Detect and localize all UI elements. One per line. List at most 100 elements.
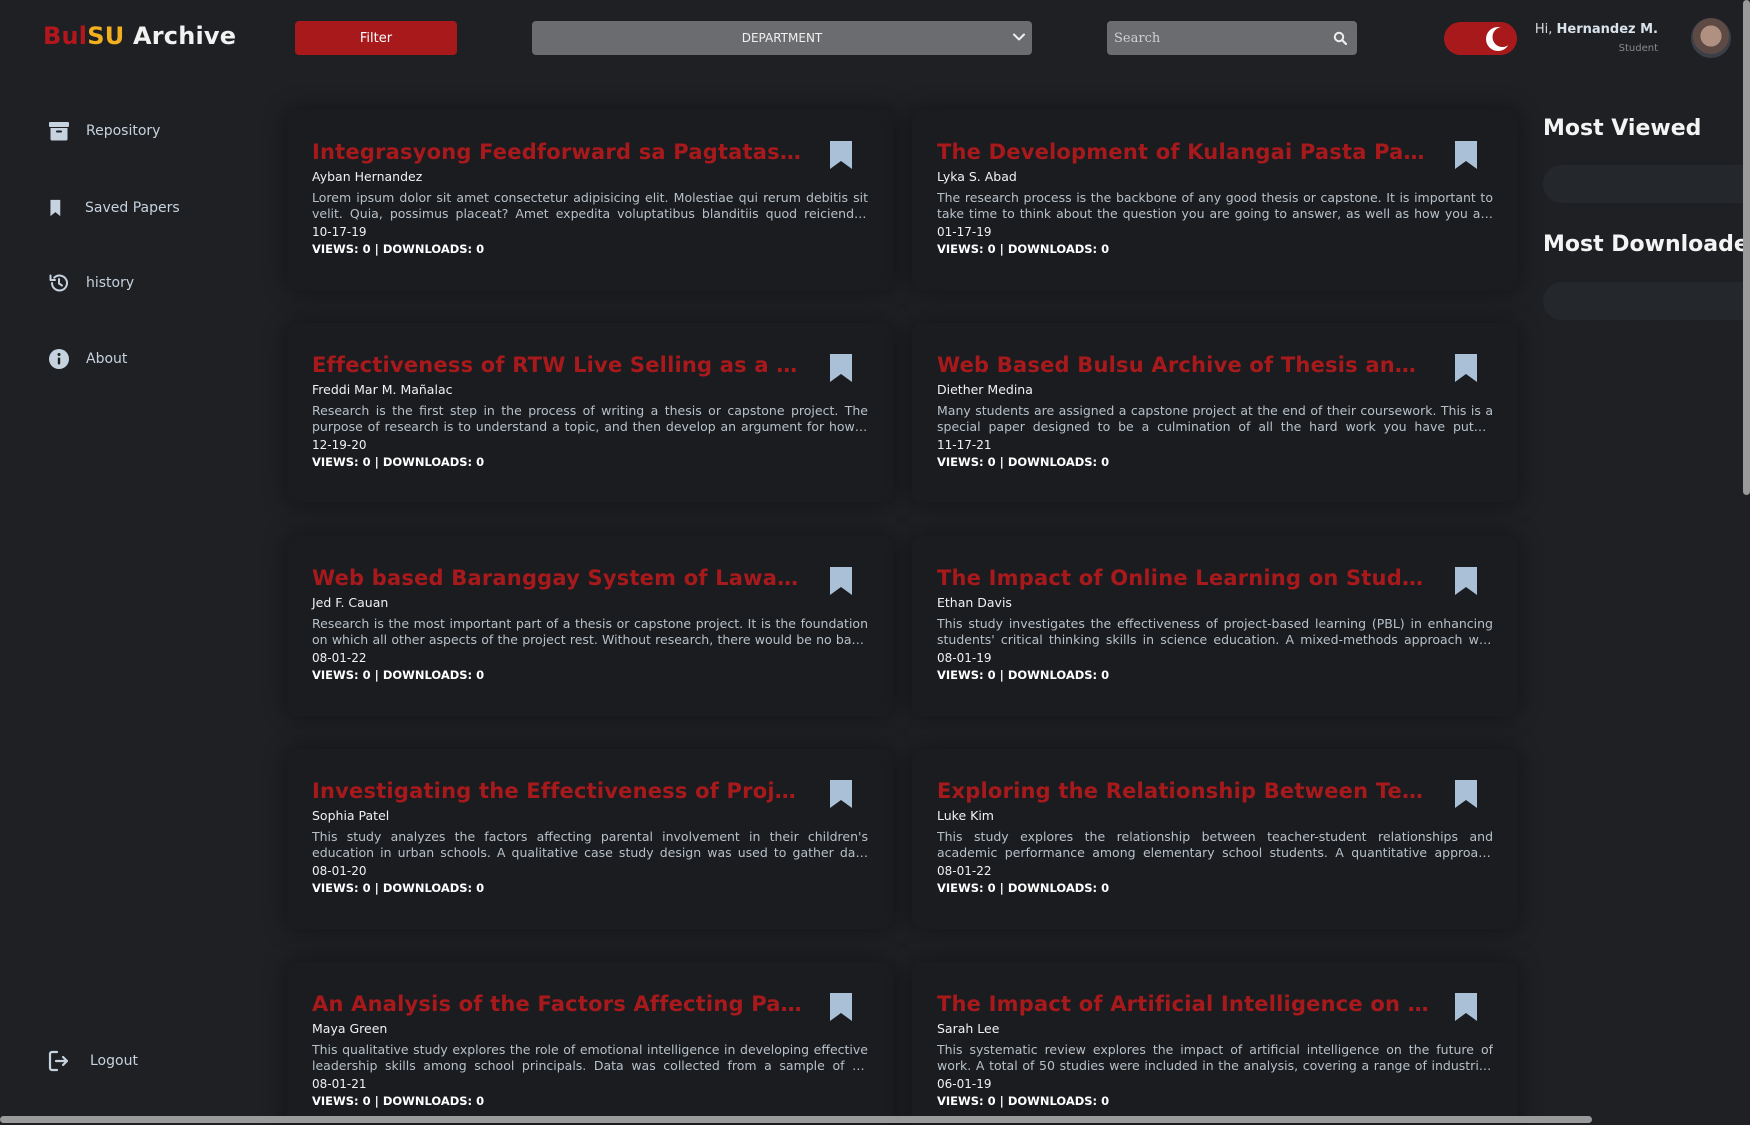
sidebar-item-label: About <box>86 351 128 367</box>
bookmark-icon[interactable] <box>1454 353 1478 383</box>
paper-author: Lyka S. Abad <box>937 169 1017 184</box>
most-downloaded-list <box>1543 282 1750 320</box>
department-select[interactable]: DEPARTMENT <box>532 21 1032 55</box>
app-logo[interactable]: BulSU Archive <box>43 22 236 50</box>
info-icon <box>49 349 69 369</box>
paper-title[interactable]: Exploring the Relationship Between Teach… <box>937 779 1431 803</box>
paper-abstract: Research is the first step in the proces… <box>312 403 868 434</box>
paper-title[interactable]: Effectiveness of RTW Live Selling as a M… <box>312 353 806 377</box>
paper-stats: VIEWS: 0 | DOWNLOADS: 0 <box>312 242 485 256</box>
paper-stats: VIEWS: 0 | DOWNLOADS: 0 <box>312 455 485 469</box>
paper-author: Ethan Davis <box>937 595 1012 610</box>
paper-date: 11-17-21 <box>937 438 992 452</box>
paper-author: Jed F. Cauan <box>312 595 389 610</box>
sidebar-item-saved-papers[interactable]: Saved Papers <box>48 197 180 219</box>
logo-part-bul: Bul <box>43 22 88 50</box>
paper-date: 08-01-21 <box>312 1077 367 1091</box>
sidebar-item-about[interactable]: About <box>48 348 127 370</box>
history-icon <box>49 274 68 292</box>
paper-date: 06-01-19 <box>937 1077 992 1091</box>
paper-abstract: Many students are assigned a capstone pr… <box>937 403 1493 434</box>
sidebar-item-history[interactable]: history <box>48 272 134 294</box>
paper-author: Freddi Mar M. Mañalac <box>312 382 453 397</box>
logout-label: Logout <box>90 1053 138 1069</box>
paper-title[interactable]: Web based Baranggay System of Lawang Par… <box>312 566 806 590</box>
paper-card[interactable]: Investigating the Effectiveness of Proje… <box>287 749 893 929</box>
bookmark-icon[interactable] <box>1454 140 1478 170</box>
paper-stats: VIEWS: 0 | DOWNLOADS: 0 <box>937 881 1110 895</box>
paper-author: Sarah Lee <box>937 1021 1000 1036</box>
paper-abstract: This systematic review explores the impa… <box>937 1042 1493 1073</box>
logo-part-su: SU <box>87 22 125 50</box>
paper-stats: VIEWS: 0 | DOWNLOADS: 0 <box>312 881 485 895</box>
paper-stats: VIEWS: 0 | DOWNLOADS: 0 <box>937 455 1110 469</box>
paper-card[interactable]: The Development of Kulangai Pasta Pandes… <box>912 110 1518 290</box>
paper-stats: VIEWS: 0 | DOWNLOADS: 0 <box>937 1094 1110 1108</box>
paper-stats: VIEWS: 0 | DOWNLOADS: 0 <box>937 668 1110 682</box>
most-viewed-list <box>1543 165 1750 203</box>
bookmark-icon[interactable] <box>1454 779 1478 809</box>
department-select-label: DEPARTMENT <box>741 31 823 45</box>
filter-button[interactable]: Filter <box>295 21 457 55</box>
paper-date: 01-17-19 <box>937 225 992 239</box>
paper-title[interactable]: The Impact of Artificial Intelligence on… <box>937 992 1431 1016</box>
sidebar-item-label: history <box>86 275 135 291</box>
paper-card[interactable]: Exploring the Relationship Between Teach… <box>912 749 1518 929</box>
bookmark-icon[interactable] <box>829 992 853 1022</box>
bookmark-icon[interactable] <box>829 353 853 383</box>
paper-title[interactable]: Investigating the Effectiveness of Proje… <box>312 779 806 803</box>
bookmark-icon <box>50 199 61 217</box>
paper-title[interactable]: Web Based Bulsu Archive of Thesis and Ca… <box>937 353 1431 377</box>
bookmark-icon[interactable] <box>829 140 853 170</box>
logout-icon <box>48 1050 69 1072</box>
bookmark-icon[interactable] <box>1454 992 1478 1022</box>
paper-stats: VIEWS: 0 | DOWNLOADS: 0 <box>312 1094 485 1108</box>
paper-date: 12-19-20 <box>312 438 367 452</box>
logout-button[interactable]: Logout <box>48 1050 138 1072</box>
paper-date: 08-01-22 <box>312 651 367 665</box>
paper-date: 08-01-22 <box>937 864 992 878</box>
paper-author: Sophia Patel <box>312 808 390 823</box>
paper-abstract: Research is the most important part of a… <box>312 616 868 647</box>
paper-card[interactable]: Effectiveness of RTW Live Selling as a M… <box>287 323 893 503</box>
paper-author: Maya Green <box>312 1021 388 1036</box>
paper-title[interactable]: The Impact of Online Learning on Student… <box>937 566 1431 590</box>
paper-author: Ayban Hernandez <box>312 169 423 184</box>
paper-date: 08-01-20 <box>312 864 367 878</box>
search-icon[interactable] <box>1333 31 1347 45</box>
most-downloaded-title: Most Downloaded <box>1543 232 1750 257</box>
user-name: Hernandez M. <box>1556 22 1658 37</box>
paper-card[interactable]: Integrasyong Feedforward sa Pagtatasa ng… <box>287 110 893 290</box>
paper-date: 08-01-19 <box>937 651 992 665</box>
sidebar-item-label: Saved Papers <box>85 200 180 216</box>
sidebar-item-label: Repository <box>86 123 161 139</box>
paper-title[interactable]: An Analysis of the Factors Affecting Par… <box>312 992 806 1016</box>
paper-stats: VIEWS: 0 | DOWNLOADS: 0 <box>937 242 1110 256</box>
paper-card[interactable]: The Impact of Online Learning on Student… <box>912 536 1518 716</box>
horizontal-scrollbar[interactable] <box>0 1116 1592 1123</box>
paper-abstract: This study investigates the effectivenes… <box>937 616 1493 647</box>
paper-title[interactable]: The Development of Kulangai Pasta Pandes… <box>937 140 1431 164</box>
paper-stats: VIEWS: 0 | DOWNLOADS: 0 <box>312 668 485 682</box>
vertical-scrollbar[interactable] <box>1743 0 1750 495</box>
search-box <box>1107 21 1357 55</box>
greeting-prefix: Hi, <box>1534 22 1557 37</box>
paper-author: Luke Kim <box>937 808 994 823</box>
search-input[interactable] <box>1107 21 1317 55</box>
paper-grid: Integrasyong Feedforward sa Pagtatasa ng… <box>287 110 1518 1125</box>
avatar[interactable] <box>1691 18 1731 58</box>
chevron-down-icon <box>1013 33 1025 41</box>
paper-abstract: The research process is the backbone of … <box>937 190 1493 221</box>
paper-card[interactable]: Web Based Bulsu Archive of Thesis and Ca… <box>912 323 1518 503</box>
paper-abstract: This study explores the relationship bet… <box>937 829 1493 860</box>
archive-icon <box>49 122 69 141</box>
bookmark-icon[interactable] <box>829 566 853 596</box>
paper-card[interactable]: An Analysis of the Factors Affecting Par… <box>287 962 893 1125</box>
paper-card[interactable]: Web based Baranggay System of Lawang Par… <box>287 536 893 716</box>
bookmark-icon[interactable] <box>1454 566 1478 596</box>
paper-title[interactable]: Integrasyong Feedforward sa Pagtatasa ng… <box>312 140 806 164</box>
paper-card[interactable]: The Impact of Artificial Intelligence on… <box>912 962 1518 1125</box>
bookmark-icon[interactable] <box>829 779 853 809</box>
sidebar-item-repository[interactable]: Repository <box>48 120 160 142</box>
paper-author: Diether Medina <box>937 382 1033 397</box>
